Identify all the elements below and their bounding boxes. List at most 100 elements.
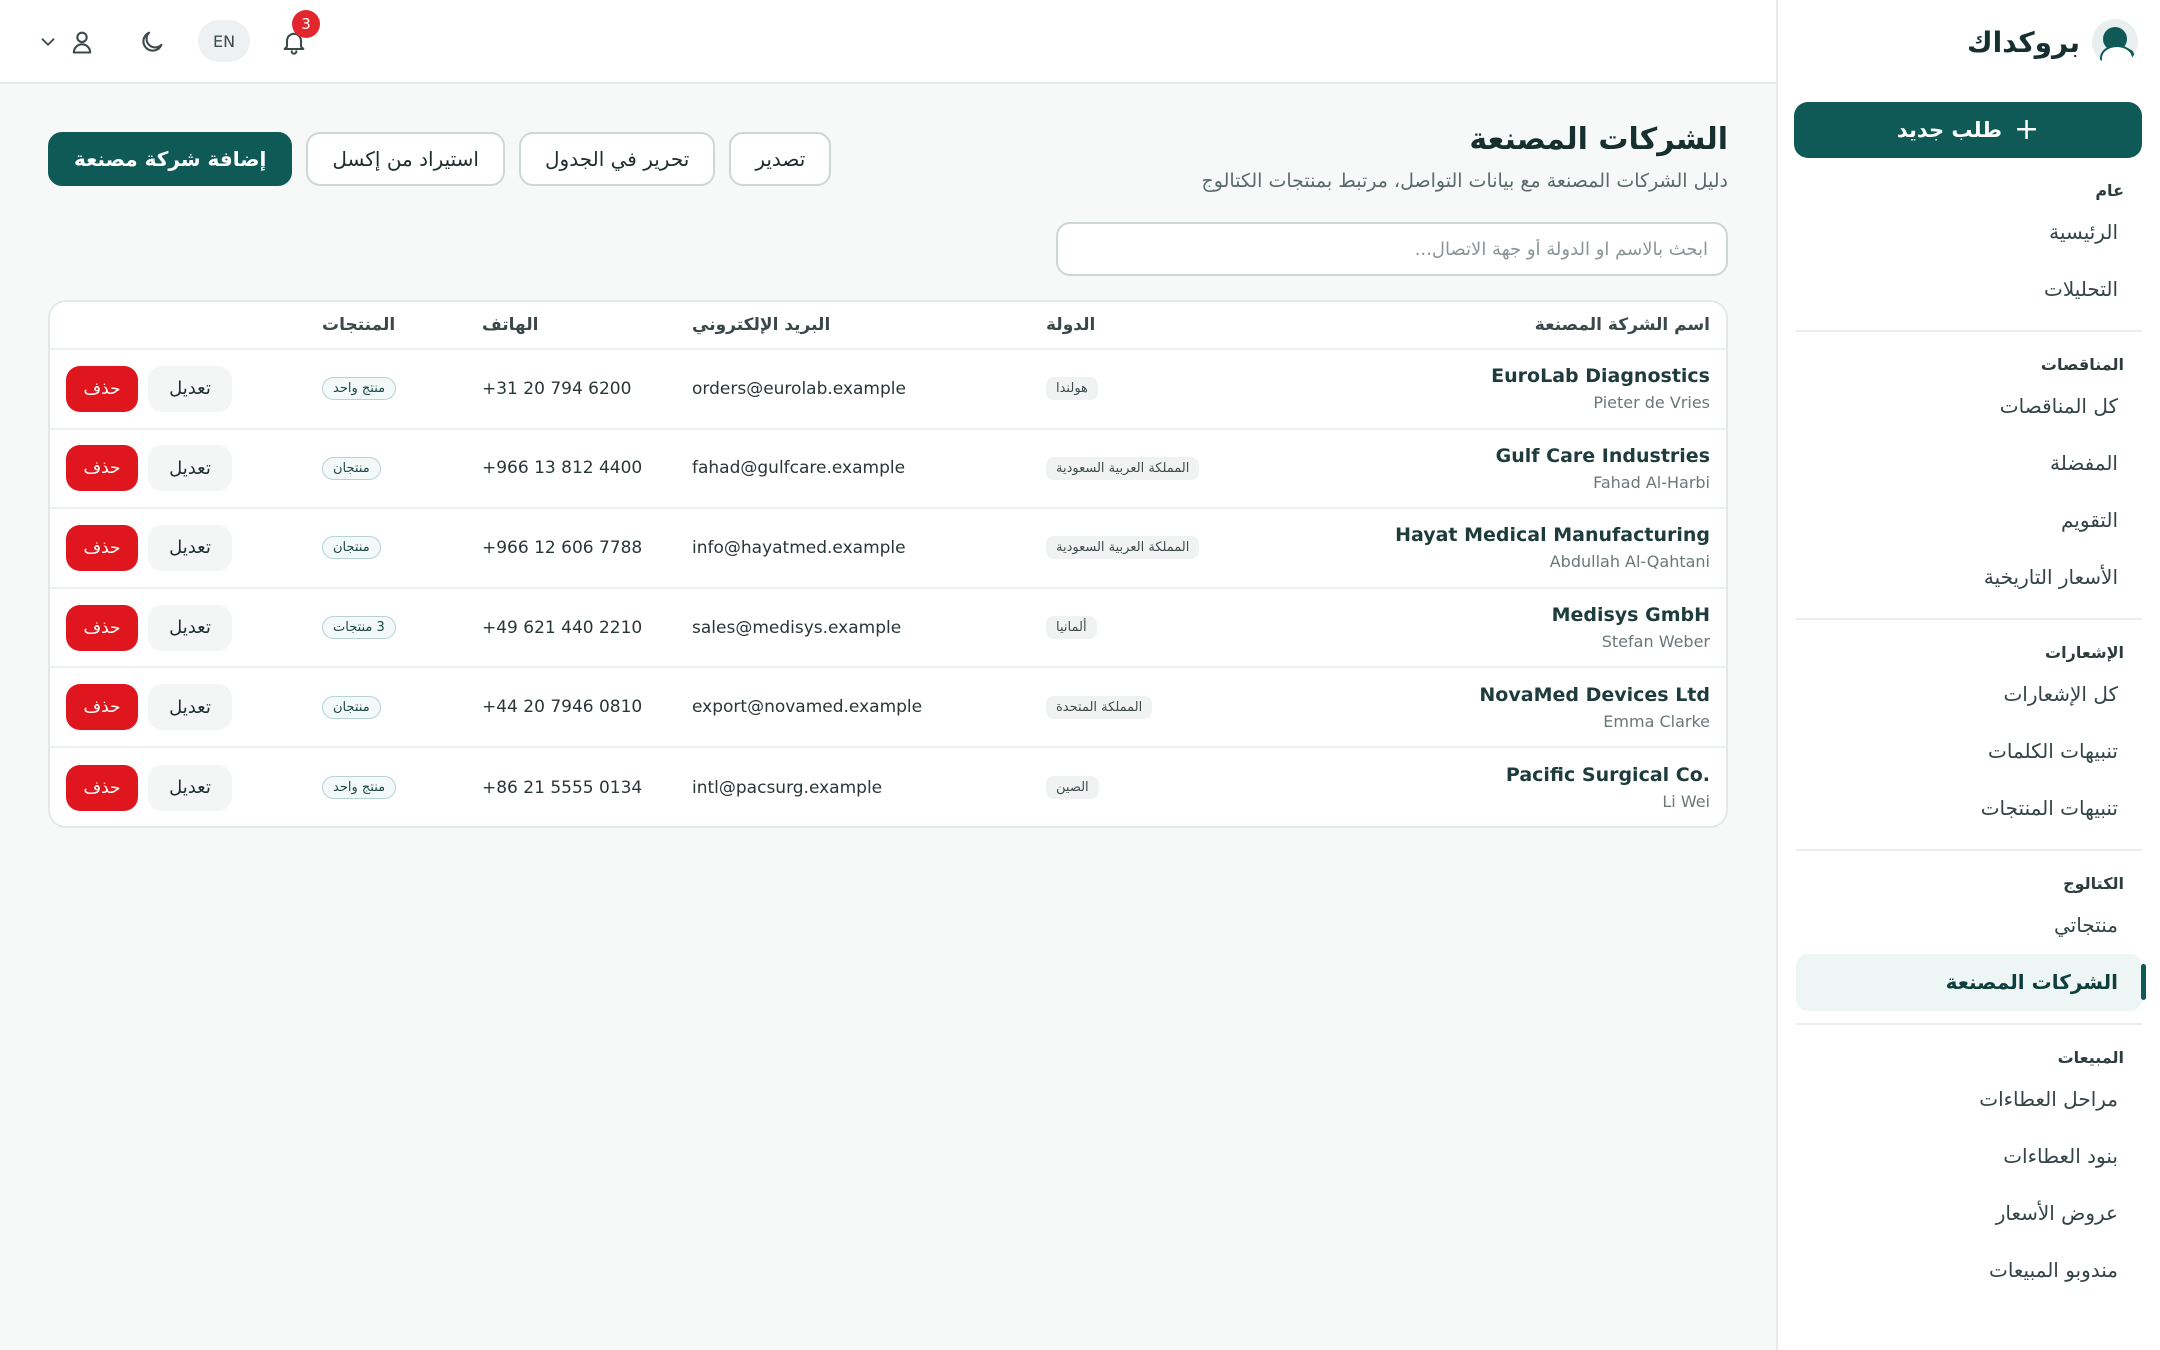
header-phone[interactable]: الهاتف [482,315,692,335]
group-label: الإشعارات [2045,643,2124,662]
topbar: 3 EN [0,0,1776,84]
products-cell: منتجان [322,695,462,719]
user-icon [72,31,92,54]
edit-button[interactable]: تعديل [148,604,232,651]
group-label: الكتالوج [2063,874,2124,893]
header-country[interactable]: الدولة [1046,315,1316,335]
contact-name: Emma Clarke [1603,711,1710,731]
sidebar-item-home[interactable]: الرئيسية [1796,204,2142,261]
table-row[interactable]: Pacific Surgical Co. Li Wei الصين intl@p… [50,748,1726,826]
manufacturer-cell: Medisys GmbH Stefan Weber [1330,604,1710,651]
products-count-badge: منتجان [322,536,381,560]
edit-button[interactable]: تعديل [148,764,232,811]
export-button[interactable]: تصدير [729,132,832,186]
group-label: المناقصات [2040,355,2124,374]
products-cell: منتجان [322,456,462,480]
chevron-down-icon [41,38,55,46]
manufacturer-cell: Gulf Care Industries Fahad Al-Harbi [1330,445,1710,492]
sidebar-item-favorites[interactable]: المفضلة [1796,435,2142,492]
theme-toggle-button[interactable] [132,22,172,62]
email-cell: export@novamed.example [692,697,923,718]
language-toggle-button[interactable]: EN [198,20,250,62]
group-label: عام [2095,181,2124,200]
nav-group-sales: المبيعات مراحل العطاءات بنود العطاءات عر… [1796,1023,2142,1299]
sidebar-item-calendar[interactable]: التقويم [1796,492,2142,549]
phone-cell: +86 21 5555 0134 [482,777,643,798]
delete-button[interactable]: حذف [66,365,138,412]
table-row[interactable]: NovaMed Devices Ltd Emma Clarke المملكة … [50,668,1726,748]
products-count-badge: منتج واحد [322,377,397,401]
manufacturer-name: NovaMed Devices Ltd [1479,683,1710,706]
email-cell: fahad@gulfcare.example [692,458,906,479]
table-row[interactable]: Gulf Care Industries Fahad Al-Harbi المم… [50,430,1726,510]
sidebar-item-all-tenders[interactable]: كل المناقصات [1796,378,2142,435]
products-count-badge: منتج واحد [322,776,397,800]
brand-name: بروكداك [1966,25,2080,59]
sidebar-item-manufacturers[interactable]: الشركات المصنعة [1796,954,2146,1011]
country-cell: ألمانيا [1046,616,1316,640]
products-cell: 3 منتجات [322,616,462,640]
user-menu-toggle[interactable] [28,22,68,62]
table-row[interactable]: Hayat Medical Manufacturing Abdullah Al-… [50,509,1726,589]
country-badge: ألمانيا [1046,616,1097,640]
header-products[interactable]: المنتجات [322,315,462,335]
nav-group-general: عام الرئيسية التحليلات [1796,158,2142,318]
country-cell: هولندا [1046,377,1316,401]
search-input[interactable] [1056,222,1728,276]
sidebar-item-my-products[interactable]: منتجاتي [1796,897,2142,954]
products-count-badge: 3 منتجات [322,616,396,640]
sidebar-item-all-notifications[interactable]: كل الإشعارات [1796,666,2142,723]
edit-button[interactable]: تعديل [148,524,232,571]
manufacturers-table: اسم الشركة المصنعة الدولة البريد الإلكتر… [48,300,1728,828]
sidebar-item-bid-stages[interactable]: مراحل العطاءات [1796,1071,2142,1128]
notification-count-badge: 3 [292,10,320,38]
phone-cell: +966 13 812 4400 [482,458,643,479]
country-cell: المملكة العربية السعودية [1046,456,1316,480]
sidebar-item-historical-prices[interactable]: الأسعار التاريخية [1796,549,2142,606]
nav-group-tenders: المناقصات كل المناقصات المفضلة التقويم ا… [1796,330,2142,606]
table-row[interactable]: EuroLab Diagnostics Pieter de Vries هولن… [50,350,1726,430]
import-excel-button[interactable]: استيراد من إكسل [306,132,505,186]
manufacturer-cell: Pacific Surgical Co. Li Wei [1330,764,1710,811]
notifications-button[interactable]: 3 [274,10,320,62]
table-row[interactable]: Medisys GmbH Stefan Weber ألمانيا sales@… [50,589,1726,669]
header-email[interactable]: البريد الإلكتروني [692,315,1012,335]
delete-button[interactable]: حذف [66,524,138,571]
sidebar-item-product-alerts[interactable]: تنبيهات المنتجات [1796,780,2142,837]
delete-button[interactable]: حذف [66,684,138,731]
edit-button[interactable]: تعديل [148,365,232,412]
sidebar: بروكداك + طلب جديد عام الرئيسية التحليلا… [1776,0,2160,1350]
header-name[interactable]: اسم الشركة المصنعة [1330,315,1710,335]
row-actions: حذف تعديل [66,764,246,811]
edit-button[interactable]: تعديل [148,445,232,492]
phone-cell: +44 20 7946 0810 [482,697,643,718]
products-count-badge: منتجان [322,695,381,719]
new-request-button[interactable]: + طلب جديد [1794,102,2142,158]
products-count-badge: منتجان [322,456,381,480]
email-cell: intl@pacsurg.example [692,777,883,798]
nav-group-catalog: الكتالوج منتجاتي الشركات المصنعة [1796,849,2146,1011]
brand[interactable]: بروكداك [1796,0,2142,84]
nav-group-notifications: الإشعارات كل الإشعارات تنبيهات الكلمات ت… [1796,618,2142,837]
manufacturer-name: Hayat Medical Manufacturing [1395,524,1710,547]
delete-button[interactable]: حذف [66,445,138,492]
add-manufacturer-button[interactable]: إضافة شركة مصنعة [48,132,293,186]
user-menu-button[interactable] [62,22,102,62]
sidebar-item-analytics[interactable]: التحليلات [1796,261,2142,318]
sidebar-item-quotes[interactable]: عروض الأسعار [1796,1185,2142,1242]
edit-button[interactable]: تعديل [148,684,232,731]
edit-in-table-button[interactable]: تحرير في الجدول [519,132,716,186]
delete-button[interactable]: حذف [66,604,138,651]
manufacturer-cell: NovaMed Devices Ltd Emma Clarke [1330,684,1710,731]
sidebar-item-bid-items[interactable]: بنود العطاءات [1796,1128,2142,1185]
country-cell: الصين [1046,776,1316,800]
sidebar-item-keyword-alerts[interactable]: تنبيهات الكلمات [1796,723,2142,780]
delete-button[interactable]: حذف [66,764,138,811]
sidebar-item-sales-reps[interactable]: مندوبو المبيعات [1796,1242,2142,1299]
country-badge: الصين [1046,776,1099,800]
country-badge: المملكة العربية السعودية [1046,456,1200,480]
manufacturer-name: EuroLab Diagnostics [1491,365,1710,388]
contact-name: Fahad Al-Harbi [1593,472,1710,492]
contact-name: Abdullah Al-Qahtani [1549,552,1710,572]
contact-name: Li Wei [1662,792,1710,812]
